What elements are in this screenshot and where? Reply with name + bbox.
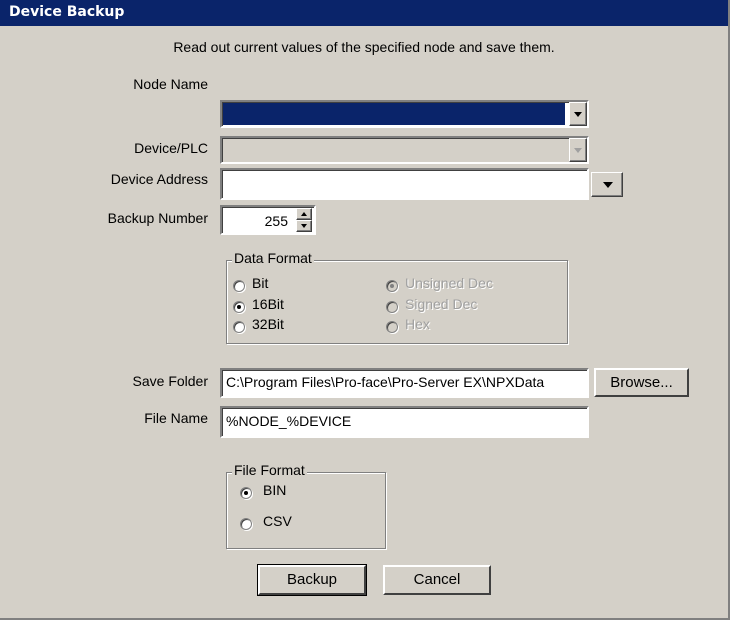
- save-folder-label: Save Folder: [132, 373, 208, 389]
- spin-down-icon: [301, 224, 307, 228]
- file-format-title: File Format: [232, 462, 307, 478]
- file-format-group: [226, 472, 386, 549]
- node-name-label: Node Name: [133, 76, 208, 92]
- file-name-field[interactable]: %NODE_%DEVICE: [220, 406, 589, 438]
- backup-button[interactable]: Backup: [257, 564, 367, 596]
- spin-up-icon: [301, 212, 307, 216]
- radio-selected-dot: [390, 284, 394, 288]
- cancel-button[interactable]: Cancel: [383, 565, 491, 595]
- device-address-field[interactable]: [220, 168, 589, 200]
- browse-button[interactable]: Browse...: [594, 368, 689, 397]
- radio-csv[interactable]: [240, 518, 252, 530]
- device-address-picker-button[interactable]: [591, 172, 623, 197]
- device-address-label: Device Address: [110, 171, 208, 187]
- save-folder-value: C:\Program Files\Pro-face\Pro-Server EX\…: [226, 374, 545, 390]
- device-backup-dialog: Device Backup Read out current values of…: [0, 0, 730, 620]
- radio-csv-label: CSV: [263, 513, 292, 529]
- device-plc-dropdown-button[interactable]: [569, 138, 587, 162]
- spin-down-button[interactable]: [296, 220, 312, 232]
- radio-unsigned-dec-label: Unsigned Dec: [405, 275, 493, 291]
- radio-32bit-label: 32Bit: [252, 316, 284, 332]
- node-name-selection: [223, 103, 565, 125]
- radio-signed-dec-label: Signed Dec: [405, 296, 478, 312]
- description-text: Read out current values of the specified…: [173, 39, 555, 55]
- radio-16bit[interactable]: [233, 301, 245, 313]
- chevron-down-icon: [574, 148, 582, 153]
- device-plc-dropdown[interactable]: [220, 136, 589, 164]
- radio-bit[interactable]: [233, 280, 245, 292]
- radio-unsigned-dec[interactable]: [386, 280, 398, 292]
- title-bar[interactable]: Device Backup: [0, 0, 728, 26]
- radio-selected-dot: [237, 305, 241, 309]
- file-name-value: %NODE_%DEVICE: [226, 413, 352, 429]
- file-name-label: File Name: [144, 410, 208, 426]
- radio-16bit-label: 16Bit: [252, 296, 284, 312]
- triangle-down-icon: [603, 182, 613, 188]
- data-format-title: Data Format: [232, 250, 314, 266]
- radio-32bit[interactable]: [233, 321, 245, 333]
- window-title: Device Backup: [9, 4, 125, 20]
- node-name-dropdown-button[interactable]: [569, 102, 587, 126]
- radio-hex[interactable]: [386, 321, 398, 333]
- radio-bin-label: BIN: [263, 482, 287, 498]
- device-plc-label: Device/PLC: [134, 140, 208, 156]
- radio-signed-dec[interactable]: [386, 301, 398, 313]
- backup-number-label: Backup Number: [107, 210, 208, 226]
- node-name-dropdown[interactable]: [220, 100, 589, 128]
- radio-bin[interactable]: [240, 487, 252, 499]
- radio-selected-dot: [244, 491, 248, 495]
- radio-hex-label: Hex: [405, 316, 430, 332]
- backup-number-spinbox[interactable]: 255: [220, 205, 316, 235]
- backup-number-value: 255: [264, 213, 288, 229]
- spin-up-button[interactable]: [296, 208, 312, 220]
- save-folder-field[interactable]: C:\Program Files\Pro-face\Pro-Server EX\…: [220, 368, 589, 398]
- radio-bit-label: Bit: [252, 275, 269, 291]
- chevron-down-icon: [574, 112, 582, 117]
